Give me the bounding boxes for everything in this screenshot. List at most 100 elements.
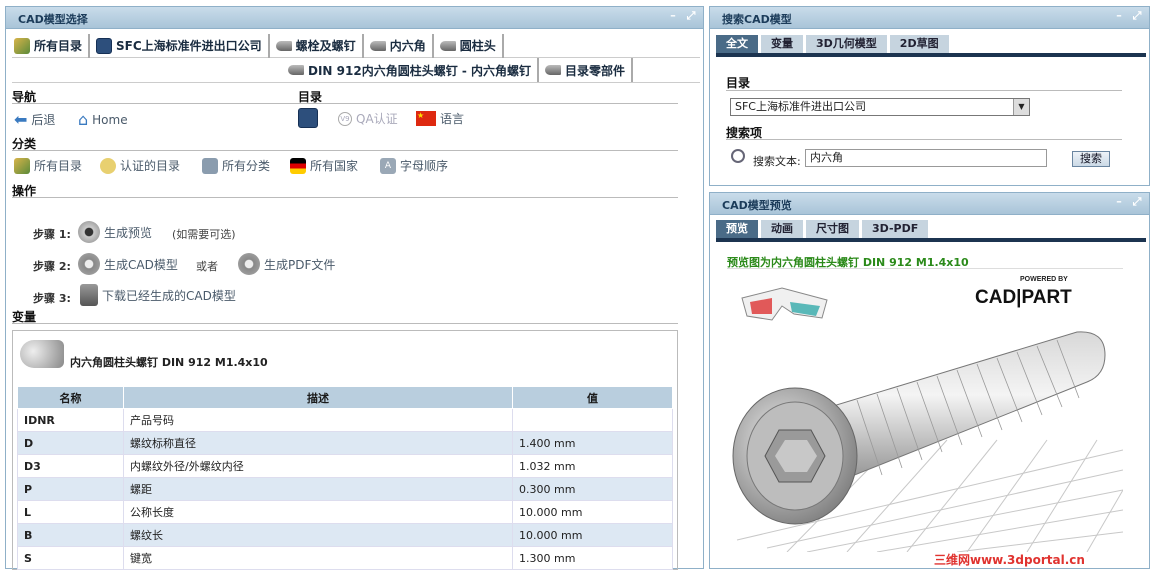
part-name: 内六角圆柱头螺钉 DIN 912 M1.4x10 bbox=[70, 356, 268, 369]
sfc-logo-icon bbox=[298, 108, 318, 128]
category-alphabetical[interactable]: A 字母顺序 bbox=[380, 157, 448, 174]
param-desc-cell: 键宽 bbox=[123, 546, 513, 570]
tab-preview[interactable]: 预览 bbox=[716, 220, 758, 238]
language-link[interactable]: ★ 语言 bbox=[416, 110, 464, 127]
divider bbox=[12, 323, 678, 324]
step-2-label: 步骤 2: bbox=[33, 260, 71, 273]
table-row[interactable]: B 螺纹长 10.000 mm bbox=[17, 523, 673, 547]
bolt-icon bbox=[545, 65, 562, 75]
step-3-action: 下载已经生成的CAD模型 bbox=[102, 288, 236, 303]
table-row[interactable]: D3 内螺纹外径/外螺纹内径 1.032 mm bbox=[17, 454, 673, 478]
tab-animation[interactable]: 动画 bbox=[761, 220, 803, 238]
category-all-catalogs[interactable]: 所有目录 bbox=[14, 157, 82, 174]
param-name-cell: IDNR bbox=[17, 408, 124, 432]
breadcrumb-all-catalogs[interactable]: 所有目录 bbox=[12, 33, 91, 58]
table-row[interactable]: IDNR 产品号码 bbox=[17, 408, 673, 432]
breadcrumb-row-2: DIN 912内六角圆柱头螺钉 - 内六角螺钉 目录零部件 bbox=[286, 58, 637, 82]
category-label: 所有分类 bbox=[222, 159, 271, 173]
3d-glasses-icon bbox=[741, 287, 828, 321]
search-icon bbox=[731, 149, 745, 163]
variant-table: 名称 描述 值 IDNR 产品号码 D 螺纹标称直径 1.400 mm D3 内螺纹外径/外… bbox=[17, 386, 673, 570]
generate-preview-link[interactable]: 生成预览 bbox=[78, 221, 152, 243]
param-name-cell: B bbox=[17, 523, 124, 547]
download-cad-link[interactable]: 下载已经生成的CAD模型 bbox=[80, 284, 236, 306]
category-certified[interactable]: 认证的目录 bbox=[100, 157, 180, 174]
crumb-label: 所有目录 bbox=[34, 39, 83, 53]
maximize-icon[interactable]: ⤢ bbox=[685, 10, 697, 22]
preview-canvas[interactable]: POWERED BY CAD|PART bbox=[727, 270, 1123, 552]
breadcrumb-din912[interactable]: DIN 912内六角圆柱头螺钉 - 内六角螺钉 bbox=[286, 58, 540, 82]
step-2-or: 或者 bbox=[196, 260, 218, 273]
tab-2d-sketch[interactable]: 2D草图 bbox=[889, 35, 949, 53]
param-value-cell: 1.032 mm bbox=[512, 454, 673, 478]
sfc-catalog-link[interactable] bbox=[298, 108, 318, 128]
tab-variables[interactable]: 变量 bbox=[761, 35, 803, 53]
divider bbox=[12, 103, 678, 104]
certified-icon bbox=[100, 157, 116, 174]
search-button[interactable]: 搜索 bbox=[1072, 151, 1110, 167]
table-row[interactable]: D 螺纹标称直径 1.400 mm bbox=[17, 431, 673, 455]
eye-gear-icon bbox=[78, 221, 100, 243]
param-desc-cell: 螺纹标称直径 bbox=[123, 431, 513, 455]
table-row[interactable]: L 公称长度 10.000 mm bbox=[17, 500, 673, 524]
generate-cad-link[interactable]: 生成CAD模型 bbox=[78, 253, 178, 275]
breadcrumb-hex-socket[interactable]: 内六角 bbox=[368, 33, 434, 58]
param-desc-cell: 螺距 bbox=[123, 477, 513, 501]
panel-header: 搜索CAD模型 – ⤢ bbox=[710, 7, 1149, 29]
chevron-down-icon[interactable]: ▼ bbox=[1013, 99, 1029, 115]
category-label: 字母顺序 bbox=[400, 159, 449, 173]
bolt-icon bbox=[275, 40, 292, 51]
language-label: 语言 bbox=[440, 112, 465, 126]
breadcrumb-catalog-parts[interactable]: 目录零部件 bbox=[543, 58, 634, 82]
gear-icon bbox=[78, 253, 100, 275]
qa-cert-link[interactable]: V9 QA认证 bbox=[338, 110, 398, 127]
tab-dimension-drawing[interactable]: 尺寸图 bbox=[806, 220, 859, 238]
param-value-cell: 10.000 mm bbox=[512, 523, 673, 547]
tab-3d-pdf[interactable]: 3D-PDF bbox=[862, 220, 929, 238]
tab-3d-geometry[interactable]: 3D几何模型 bbox=[806, 35, 887, 53]
cadenas-logo: CAD|PART bbox=[975, 287, 1072, 308]
back-link[interactable]: ⬅ 后退 bbox=[14, 110, 55, 129]
breadcrumb-bolts[interactable]: 螺栓及螺钉 bbox=[274, 33, 364, 58]
category-all-classes[interactable]: 所有分类 bbox=[202, 157, 270, 174]
step-1-action: 生成预览 bbox=[104, 225, 153, 240]
category-label: 认证的目录 bbox=[120, 159, 181, 173]
breadcrumb-cylinder-head[interactable]: 圆柱头 bbox=[438, 33, 504, 58]
home-link[interactable]: ⌂ Home bbox=[78, 110, 128, 129]
search-tabs: 全文 变量 3D几何模型 2D草图 bbox=[716, 35, 949, 53]
tab-fulltext[interactable]: 全文 bbox=[716, 35, 758, 53]
tab-underline bbox=[716, 53, 1146, 57]
crumb-label: 目录零部件 bbox=[565, 63, 626, 78]
generate-pdf-link[interactable]: 生成PDF文件 bbox=[238, 253, 335, 275]
panel-title: 搜索CAD模型 bbox=[722, 13, 792, 26]
category-label: 所有目录 bbox=[34, 159, 83, 173]
breadcrumb: 所有目录 SFC上海标准件进出口公司 螺栓及螺钉 内六角 圆柱头 bbox=[12, 33, 700, 58]
maximize-icon[interactable]: ⤢ bbox=[1131, 196, 1143, 208]
panel-title: CAD模型预览 bbox=[722, 199, 792, 212]
bolt-icon bbox=[288, 65, 304, 75]
param-desc-cell: 螺纹长 bbox=[123, 523, 513, 547]
watermark: 三维网www.3dportal.cn bbox=[934, 553, 1085, 567]
step-1-note: (如需要可选) bbox=[172, 228, 236, 241]
param-value-cell: 0.300 mm bbox=[512, 477, 673, 501]
category-all-countries[interactable]: 所有国家 bbox=[290, 157, 358, 174]
minimize-icon[interactable]: – bbox=[1113, 196, 1125, 208]
table-row[interactable]: S 键宽 1.300 mm bbox=[17, 546, 673, 570]
powered-by-text: POWERED BY bbox=[1020, 276, 1068, 283]
param-value-cell: 1.300 mm bbox=[512, 546, 673, 570]
table-row[interactable]: P 螺距 0.300 mm bbox=[17, 477, 673, 501]
breadcrumb-sfc[interactable]: SFC上海标准件进出口公司 bbox=[94, 33, 270, 58]
minimize-icon[interactable]: – bbox=[667, 10, 679, 22]
maximize-icon[interactable]: ⤢ bbox=[1131, 10, 1143, 22]
part-thumbnail-icon bbox=[20, 340, 64, 368]
download-icon bbox=[80, 284, 98, 306]
panel-header: CAD模型选择 – ⤢ bbox=[6, 7, 703, 29]
minimize-icon[interactable]: – bbox=[1113, 10, 1125, 22]
catalog-select[interactable]: SFC上海标准件进出口公司 ▼ bbox=[730, 98, 1030, 116]
category-label: 所有国家 bbox=[310, 159, 359, 173]
catalog-icon bbox=[14, 157, 30, 174]
col-desc-header: 描述 bbox=[123, 386, 513, 409]
search-input[interactable]: 内六角 bbox=[805, 149, 1047, 167]
param-name-cell: D bbox=[17, 431, 124, 455]
param-name-cell: D3 bbox=[17, 454, 124, 478]
